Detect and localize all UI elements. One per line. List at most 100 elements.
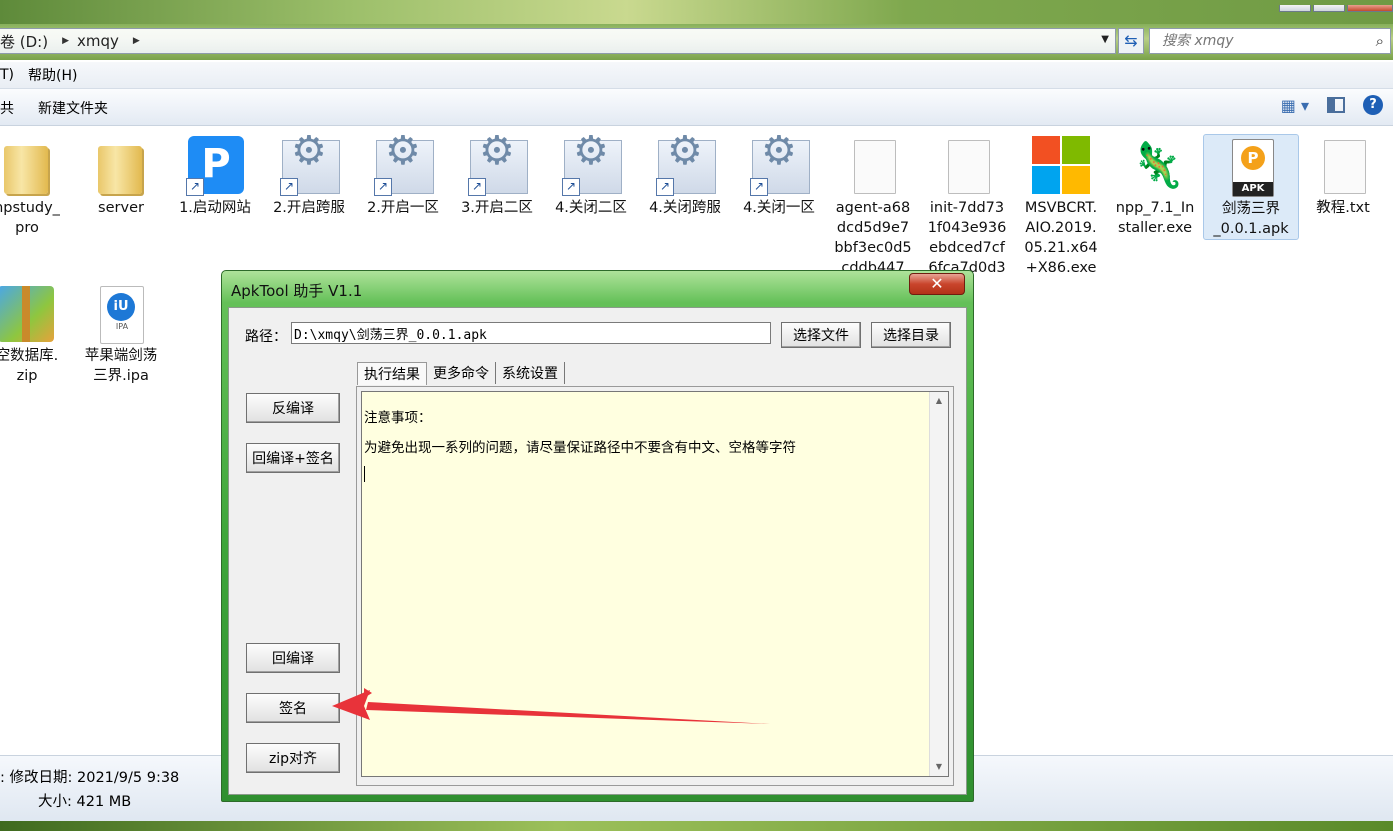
ipa-badge: IPA <box>115 322 129 331</box>
zipalign-button[interactable]: zip对齐 <box>246 743 340 773</box>
select-directory-button[interactable]: 选择目录 <box>871 322 951 348</box>
breadcrumb-folder[interactable]: xmqy <box>77 32 125 50</box>
tab-panel: 注意事项： 为避免出现一系列的问题，请尽量保证路径中不要含有中文、空格等字符 ▲… <box>356 386 954 786</box>
zip-archive-icon <box>0 286 54 342</box>
apktool-dialog: ApkTool 助手 V1.1 ✕ 路径： 选择文件 选择目录 反编译 回编译+… <box>221 270 974 802</box>
shortcut-arrow-icon: ↗ <box>562 178 580 196</box>
file-size: 大小: 421 MB <box>38 794 132 810</box>
new-folder-button[interactable]: 新建文件夹 <box>38 98 108 118</box>
text-file-icon <box>1324 140 1366 194</box>
window-controls[interactable] <box>1277 0 1393 12</box>
file-item[interactable]: ↗ 4.关闭跨服 <box>638 126 732 218</box>
window-titlebar <box>0 0 1393 24</box>
toolbar-right: ▦ ▾ ? <box>1263 95 1383 115</box>
file-item[interactable]: 🦎 npp_7.1_In staller.exe <box>1108 126 1202 238</box>
scroll-down-icon[interactable]: ▼ <box>930 758 948 776</box>
recompile-button[interactable]: 回编译 <box>246 643 340 673</box>
file-item[interactable]: ↗ 2.开启跨服 <box>262 126 356 218</box>
file-name: 剑荡三界 _0.0.1.apk <box>1213 201 1289 237</box>
file-name: 3.开启二区 <box>461 200 533 216</box>
view-options-icon[interactable]: ▦ ▾ <box>1281 96 1309 115</box>
file-item[interactable]: ↗ 4.关闭二区 <box>544 126 638 218</box>
file-name: hpstudy_ pro <box>0 200 60 236</box>
dialog-close-icon[interactable]: ✕ <box>909 273 965 295</box>
search-icon[interactable]: ⌕ <box>1376 32 1384 50</box>
file-name: server <box>98 200 144 216</box>
menu-bar: T) 帮助(H) <box>0 62 1393 89</box>
vertical-scrollbar[interactable]: ▲ ▼ <box>929 392 948 776</box>
sign-button[interactable]: 签名 <box>246 693 340 723</box>
preview-pane-icon[interactable] <box>1327 97 1345 113</box>
file-item[interactable]: P ↗ 1.启动网站 <box>168 126 262 218</box>
file-item[interactable]: ↗ 3.开启二区 <box>450 126 544 218</box>
breadcrumb-arrow-icon[interactable]: ▶ <box>133 36 140 46</box>
tab-system-settings[interactable]: 系统设置 <box>496 362 565 384</box>
folder-icon <box>4 146 48 194</box>
recompile-sign-button[interactable]: 回编译+签名 <box>246 443 340 473</box>
folder-icon <box>98 146 142 194</box>
file-item[interactable]: MSVBCRT. AIO.2019. 05.21.x64 +X86.exe <box>1014 126 1108 278</box>
file-name: 4.关闭一区 <box>743 200 815 216</box>
menu-help[interactable]: 帮助(H) <box>28 65 77 85</box>
desktop-strip <box>0 821 1393 831</box>
search-input[interactable] <box>1160 32 1364 50</box>
address-dropdown-icon[interactable]: ▼ <box>1101 34 1109 45</box>
notepad-plus-plus-icon: 🦎 <box>1130 140 1185 191</box>
tab-results[interactable]: 执行结果 <box>357 362 427 385</box>
file-item[interactable]: hpstudy_ pro <box>0 126 74 238</box>
dialog-body: 路径： 选择文件 选择目录 反编译 回编译+签名 回编译 签名 zip对齐 执行… <box>228 307 967 795</box>
select-file-button[interactable]: 选择文件 <box>781 322 861 348</box>
file-item[interactable]: agent-a68 dcd5d9e7 bbf3ec0d5 cddb447 <box>826 126 920 278</box>
file-name: npp_7.1_In staller.exe <box>1115 200 1195 236</box>
decompile-button[interactable]: 反编译 <box>246 393 340 423</box>
path-input[interactable] <box>291 322 771 344</box>
file-name: agent-a68 dcd5d9e7 bbf3ec0d5 cddb447 <box>834 200 912 276</box>
file-name: init-7dd73 1f043e936 ebdced7cf 6fca7d0d3 <box>927 200 1007 276</box>
refresh-icon[interactable]: ⇆ <box>1118 28 1144 54</box>
apk-badge: APK <box>1233 182 1273 196</box>
breadcrumb-arrow-icon[interactable]: ▶ <box>62 36 69 46</box>
shortcut-arrow-icon: ↗ <box>280 178 298 196</box>
shortcut-arrow-icon: ↗ <box>186 178 204 196</box>
file-item[interactable]: ↗ 4.关闭一区 <box>732 126 826 218</box>
file-name: 2.开启跨服 <box>273 200 345 216</box>
toolbar-share-fragment[interactable]: 共 <box>0 98 14 118</box>
shortcut-arrow-icon: ↗ <box>468 178 486 196</box>
breadcrumb-drive[interactable]: 卷 (D:) <box>0 31 54 52</box>
shortcut-arrow-icon: ↗ <box>374 178 392 196</box>
ipa-file-icon: iU IPA <box>100 286 144 344</box>
path-label: 路径： <box>245 329 287 345</box>
address-row: 卷 (D:) ▶ xmqy ▶ ▼ ⇆ ⌕ <box>0 24 1393 60</box>
document-icon <box>948 140 990 194</box>
file-item[interactable]: init-7dd73 1f043e936 ebdced7cf 6fca7d0d3 <box>920 126 1014 278</box>
file-item[interactable]: server <box>74 126 168 218</box>
file-name: 苹果端剑荡 三界.ipa <box>84 348 158 384</box>
file-name: 2.开启一区 <box>367 200 439 216</box>
file-item[interactable]: iU IPA 苹果端剑荡 三界.ipa <box>74 274 168 386</box>
file-item[interactable]: ↗ 2.开启一区 <box>356 126 450 218</box>
file-item[interactable]: 教程.txt <box>1296 126 1390 218</box>
maximize-button[interactable] <box>1313 5 1345 12</box>
dialog-title: ApkTool 助手 V1.1 <box>231 282 363 300</box>
text-caret <box>364 466 365 482</box>
tab-more-commands[interactable]: 更多命令 <box>427 362 496 384</box>
shortcut-arrow-icon: ↗ <box>656 178 674 196</box>
result-line: 为避免出现一系列的问题，请尽量保证路径中不要含有中文、空格等字符 <box>364 440 796 456</box>
search-box[interactable]: ⌕ <box>1149 28 1391 54</box>
file-item-selected[interactable]: P APK 剑荡三界 _0.0.1.apk <box>1203 134 1299 240</box>
address-bar[interactable]: 卷 (D:) ▶ xmqy ▶ ▼ <box>0 28 1116 54</box>
shortcut-arrow-icon: ↗ <box>750 178 768 196</box>
menu-tools-fragment[interactable]: T) <box>0 67 14 83</box>
document-icon <box>854 140 896 194</box>
result-line: 注意事项： <box>364 410 432 426</box>
file-name: 4.关闭跨服 <box>649 200 721 216</box>
file-name: MSVBCRT. AIO.2019. 05.21.x64 +X86.exe <box>1024 200 1098 276</box>
tab-bar: 执行结果 更多命令 系统设置 <box>357 362 565 386</box>
scroll-up-icon[interactable]: ▲ <box>930 392 948 410</box>
modified-date: : 修改日期: 2021/9/5 9:38 <box>0 770 180 786</box>
minimize-button[interactable] <box>1279 5 1311 12</box>
result-textarea[interactable]: 注意事项： 为避免出现一系列的问题，请尽量保证路径中不要含有中文、空格等字符 ▲… <box>361 391 949 777</box>
file-item[interactable]: 空数据库. zip <box>0 274 74 386</box>
help-icon[interactable]: ? <box>1363 95 1383 115</box>
close-window-button[interactable] <box>1347 5 1393 12</box>
